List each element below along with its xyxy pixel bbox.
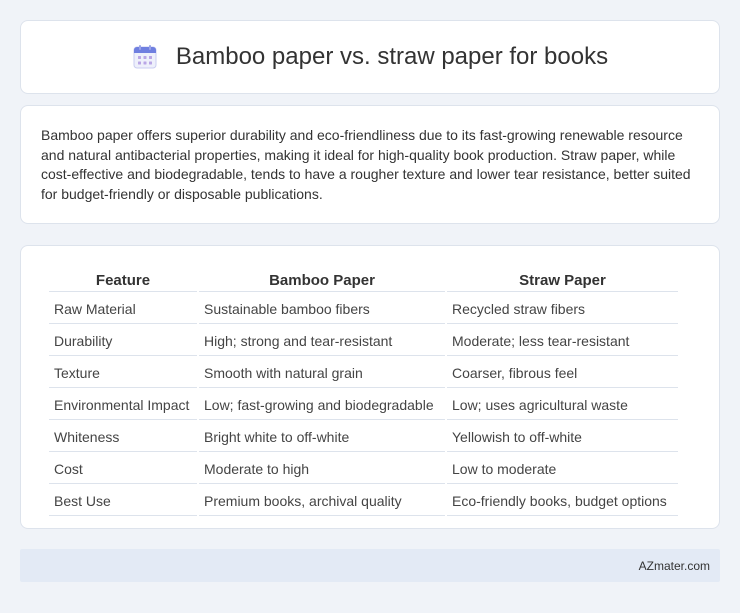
table-row: Cost Moderate to high Low to moderate bbox=[49, 454, 678, 484]
table-cell: Low; uses agricultural waste bbox=[447, 390, 678, 420]
title-card: Bamboo paper vs. straw paper for books bbox=[20, 20, 720, 94]
table-cell: Premium books, archival quality bbox=[199, 486, 445, 516]
table-cell: High; strong and tear-resistant bbox=[199, 326, 445, 356]
table-header-row: Feature Bamboo Paper Straw Paper bbox=[49, 268, 678, 292]
comparison-table: Feature Bamboo Paper Straw Paper Raw Mat… bbox=[47, 266, 680, 518]
table-row: Whiteness Bright white to off-white Yell… bbox=[49, 422, 678, 452]
summary-text: Bamboo paper offers superior durability … bbox=[41, 127, 691, 202]
calendar-icon bbox=[132, 44, 158, 70]
column-header-straw: Straw Paper bbox=[447, 268, 678, 292]
table-cell: Durability bbox=[49, 326, 197, 356]
table-cell: Moderate to high bbox=[199, 454, 445, 484]
table-cell: Whiteness bbox=[49, 422, 197, 452]
footer: AZmater.com bbox=[20, 549, 720, 582]
page-title: Bamboo paper vs. straw paper for books bbox=[175, 43, 609, 70]
table-cell: Eco-friendly books, budget options bbox=[447, 486, 678, 516]
table-cell: Coarser, fibrous feel bbox=[447, 358, 678, 388]
table-cell: Low; fast-growing and biodegradable bbox=[199, 390, 445, 420]
table-cell: Bright white to off-white bbox=[199, 422, 445, 452]
table-cell: Raw Material bbox=[49, 294, 197, 324]
table-row: Texture Smooth with natural grain Coarse… bbox=[49, 358, 678, 388]
table-cell: Smooth with natural grain bbox=[199, 358, 445, 388]
table-cell: Cost bbox=[49, 454, 197, 484]
column-header-bamboo: Bamboo Paper bbox=[199, 268, 445, 292]
footer-brand: AZmater.com bbox=[638, 558, 710, 573]
table-cell: Moderate; less tear-resistant bbox=[447, 326, 678, 356]
table-row: Raw Material Sustainable bamboo fibers R… bbox=[49, 294, 678, 324]
table-cell: Environmental Impact bbox=[49, 390, 197, 420]
table-cell: Best Use bbox=[49, 486, 197, 516]
comparison-table-card: Feature Bamboo Paper Straw Paper Raw Mat… bbox=[20, 245, 720, 529]
table-cell: Yellowish to off-white bbox=[447, 422, 678, 452]
table-cell: Recycled straw fibers bbox=[447, 294, 678, 324]
table-cell: Low to moderate bbox=[447, 454, 678, 484]
table-cell: Texture bbox=[49, 358, 197, 388]
table-row: Best Use Premium books, archival quality… bbox=[49, 486, 678, 516]
column-header-feature: Feature bbox=[49, 268, 197, 292]
table-cell: Sustainable bamboo fibers bbox=[199, 294, 445, 324]
summary-card: Bamboo paper offers superior durability … bbox=[20, 105, 720, 224]
table-row: Environmental Impact Low; fast-growing a… bbox=[49, 390, 678, 420]
table-row: Durability High; strong and tear-resista… bbox=[49, 326, 678, 356]
